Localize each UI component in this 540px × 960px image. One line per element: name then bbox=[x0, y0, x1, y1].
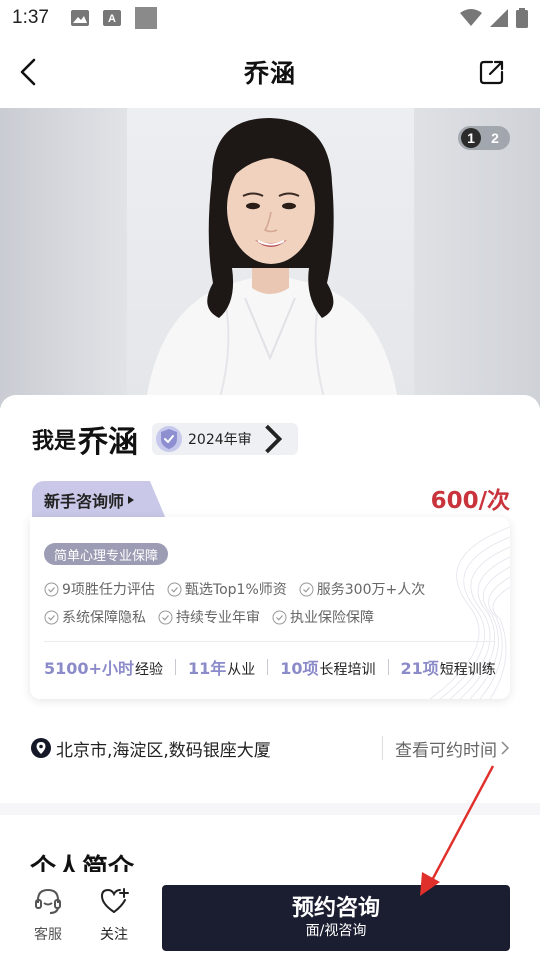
signal-icon bbox=[490, 9, 508, 27]
stat-separator bbox=[174, 659, 176, 675]
pager-total: 2 bbox=[491, 130, 499, 146]
carousel-next-photo bbox=[414, 108, 540, 408]
wifi-icon bbox=[460, 9, 482, 26]
check-item: 系统保障隐私 bbox=[44, 607, 146, 627]
carousel-prev-photo bbox=[0, 108, 127, 408]
divider bbox=[44, 641, 494, 642]
location-separator bbox=[382, 736, 383, 760]
session-price: 600/次 bbox=[430, 488, 510, 514]
text-notification-icon: A bbox=[102, 10, 121, 26]
location-address: 北京市,海淀区,数码银座大厦 bbox=[56, 740, 271, 761]
check-circle-icon bbox=[167, 582, 182, 596]
pager-current: 1 bbox=[461, 128, 481, 148]
stat-years: 11年 从业 bbox=[187, 659, 256, 678]
share-icon[interactable] bbox=[478, 58, 506, 86]
guarantee-box: 简单心理专业保障 9项胜任力评估 甄选Top1%师资 服务300万+人次 系统保… bbox=[30, 517, 510, 699]
svg-text:A: A bbox=[108, 13, 116, 25]
experience-stats: 5100+小时 经验 11年 从业 10项 长程培训 21项 短程训练 bbox=[44, 651, 504, 683]
check-item: 服务300万+人次 bbox=[299, 579, 425, 599]
stat-hours: 5100+小时 经验 bbox=[44, 659, 163, 678]
photo-carousel[interactable]: 1 2 bbox=[0, 108, 540, 408]
app-notification-icon bbox=[134, 7, 157, 29]
name-row: 我是 乔涵 2024年审 bbox=[32, 417, 298, 461]
stat-long-training: 10项 长程培训 bbox=[280, 659, 376, 678]
customer-service-label: 客服 bbox=[34, 927, 62, 943]
stat-separator bbox=[387, 659, 389, 675]
counselor-level: 新手咨询师 bbox=[44, 492, 125, 511]
battery-icon bbox=[516, 8, 528, 28]
section-gap bbox=[0, 803, 540, 815]
location-row: 北京市,海淀区,数码银座大厦 查看可约时间 bbox=[30, 733, 510, 763]
status-indicators bbox=[460, 8, 528, 28]
location-pin-icon bbox=[31, 738, 51, 758]
counselor-portrait bbox=[145, 118, 399, 408]
check-item: 执业保险保障 bbox=[272, 607, 374, 627]
guarantee-tag: 简单心理专业保障 bbox=[44, 543, 169, 565]
stat-separator bbox=[267, 659, 269, 675]
counselor-level-tab[interactable]: 新手咨询师 bbox=[32, 481, 166, 519]
profile-card: 我是 乔涵 2024年审 新手咨询师 600/次 简单心理专业保障 9项胜任力评… bbox=[0, 395, 540, 805]
check-item: 持续专业年审 bbox=[158, 607, 260, 627]
book-consultation-button[interactable]: 预约咨询 面/视咨询 bbox=[162, 885, 510, 951]
back-arrow-icon[interactable] bbox=[14, 56, 44, 88]
check-circle-icon bbox=[272, 610, 287, 624]
book-button-sublabel: 面/视咨询 bbox=[305, 923, 367, 939]
heart-plus-icon bbox=[100, 888, 129, 913]
image-notification-icon bbox=[70, 10, 89, 26]
chevron-right-icon bbox=[264, 424, 282, 454]
name-prefix: 我是 bbox=[32, 429, 77, 454]
page-title: 乔涵 bbox=[243, 59, 296, 88]
status-bar: 1:37 A bbox=[0, 0, 540, 36]
check-item: 9项胜任力评估 bbox=[44, 579, 155, 599]
view-availability-label: 查看可约时间 bbox=[395, 740, 497, 761]
check-item: 甄选Top1%师资 bbox=[167, 579, 287, 599]
check-circle-icon bbox=[44, 610, 59, 624]
book-button-label: 预约咨询 bbox=[291, 896, 380, 921]
stat-short-training: 21项 短程训练 bbox=[400, 659, 496, 678]
view-availability-link[interactable]: 查看可约时间 bbox=[395, 736, 510, 761]
counselor-name: 乔涵 bbox=[78, 425, 139, 460]
bottom-action-bar: 客服 关注 预约咨询 面/视咨询 bbox=[0, 872, 540, 960]
headset-icon bbox=[35, 888, 61, 914]
customer-service-button[interactable]: 客服 bbox=[18, 886, 78, 944]
carousel-pager: 1 2 bbox=[458, 126, 510, 150]
follow-button[interactable]: 关注 bbox=[84, 886, 144, 944]
caret-right-icon bbox=[128, 496, 135, 504]
chevron-right-icon bbox=[501, 741, 510, 755]
check-circle-icon bbox=[158, 610, 173, 624]
follow-label: 关注 bbox=[100, 927, 128, 943]
check-circle-icon bbox=[44, 582, 59, 596]
annual-review-badge[interactable]: 2024年审 bbox=[152, 423, 298, 455]
status-time: 1:37 bbox=[12, 7, 49, 28]
check-circle-icon bbox=[299, 582, 314, 596]
verified-shield-icon bbox=[156, 426, 183, 452]
review-badge-label: 2024年审 bbox=[188, 432, 252, 448]
guarantee-checks: 9项胜任力评估 甄选Top1%师资 服务300万+人次 系统保障隐私 持续专业年… bbox=[44, 579, 494, 627]
nav-bar: 乔涵 bbox=[0, 36, 540, 108]
